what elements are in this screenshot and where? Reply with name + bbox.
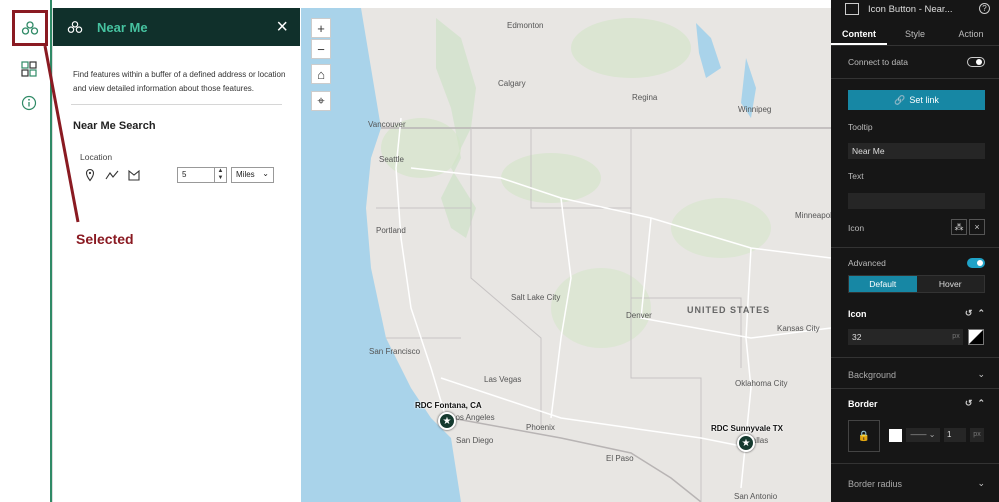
- tooltip-field[interactable]: Near Me: [848, 143, 985, 159]
- polygon-icon[interactable]: [127, 168, 141, 182]
- state-segmented-control: Default Hover: [848, 275, 985, 293]
- border-style-select[interactable]: —— ⌄: [906, 428, 940, 442]
- distance-input[interactable]: 5 ▲ ▼: [177, 167, 227, 183]
- zoom-out-button[interactable]: −: [311, 39, 331, 59]
- connect-label: Connect to data: [848, 57, 909, 67]
- lock-icon[interactable]: 🔒: [848, 420, 880, 452]
- city-label: Winnipeg: [738, 105, 772, 114]
- city-label: El Paso: [606, 454, 634, 463]
- city-label: Portland: [376, 226, 406, 235]
- settings-header: Icon Button - Near...: [831, 0, 999, 18]
- reset-chevron-up-icon[interactable]: ↺ ⌃: [965, 308, 985, 319]
- city-label: Las Vegas: [484, 375, 522, 384]
- default-tab[interactable]: Default: [849, 276, 917, 292]
- text-field[interactable]: [848, 193, 985, 209]
- home-icon: ⌂: [317, 66, 325, 82]
- border-width-unit: px: [970, 428, 984, 442]
- home-button[interactable]: ⌂: [311, 64, 331, 84]
- divider: [831, 463, 999, 464]
- tab-style[interactable]: Style: [887, 24, 943, 45]
- border-section: Border ↺ ⌃: [848, 398, 985, 409]
- reset-chevron-up-icon[interactable]: ↺ ⌃: [965, 398, 985, 409]
- link-icon: 🔗: [894, 94, 906, 105]
- background-section-title: Background: [848, 370, 897, 380]
- city-label: San Diego: [456, 436, 494, 445]
- marker-label: RDC Fontana, CA: [415, 401, 482, 410]
- help-icon[interactable]: ?: [979, 3, 990, 14]
- border-section-title: Border: [848, 399, 878, 409]
- hover-tab[interactable]: Hover: [916, 276, 984, 292]
- icon-size-input[interactable]: 32: [848, 329, 950, 345]
- widget-icon: [845, 3, 859, 15]
- icon-section: Icon ↺ ⌃: [848, 308, 985, 319]
- tooltip-label: Tooltip: [848, 122, 873, 132]
- divider: [831, 357, 999, 358]
- border-radius-title: Border radius: [848, 479, 903, 489]
- city-label: Oklahoma City: [735, 379, 788, 388]
- border-width-input[interactable]: 1: [944, 428, 966, 442]
- settings-tabs: Content Style Action: [831, 24, 999, 46]
- locate-icon: ⌖: [317, 93, 325, 108]
- background-section[interactable]: Background ⌄: [848, 369, 985, 380]
- icon-picker: ⁂ ×: [951, 219, 985, 235]
- city-label: Denver: [626, 311, 652, 320]
- icon-size-unit: px: [949, 329, 963, 345]
- text-label: Text: [848, 171, 864, 181]
- border-radius-section[interactable]: Border radius ⌄: [848, 478, 985, 489]
- border-controls: —— ⌄ 1 px: [889, 428, 984, 442]
- border-color-swatch[interactable]: [889, 428, 902, 442]
- chevron-down-icon: ⌄: [262, 169, 269, 178]
- zoom-in-button[interactable]: +: [311, 18, 331, 38]
- star-marker-icon[interactable]: ★: [737, 434, 755, 452]
- advanced-label: Advanced: [848, 258, 886, 268]
- set-link-button[interactable]: 🔗 Set link: [848, 90, 985, 110]
- city-label: Los Angeles: [451, 413, 495, 422]
- distance-value: 5: [182, 170, 187, 179]
- selected-annotation: Selected: [76, 231, 134, 247]
- city-label: Salt Lake City: [511, 293, 561, 302]
- advanced-toggle[interactable]: [967, 258, 985, 268]
- city-label: San Francisco: [369, 347, 421, 356]
- star-marker-icon[interactable]: ★: [438, 412, 456, 430]
- divider: [831, 78, 999, 79]
- unit-select[interactable]: Miles ⌄: [231, 167, 274, 183]
- chevron-down-icon[interactable]: ⌄: [977, 369, 985, 380]
- city-label: Vancouver: [368, 120, 406, 129]
- settings-panel: Icon Button - Near... ? Content Style Ac…: [831, 0, 999, 502]
- locate-button[interactable]: ⌖: [311, 91, 331, 111]
- map-view[interactable]: + − ⌂ ⌖ Edmonton Calgary Regina Winnipeg…: [301, 8, 831, 502]
- divider: [831, 388, 999, 389]
- distance-stepper[interactable]: ▲ ▼: [214, 168, 226, 182]
- city-label: Regina: [632, 93, 658, 102]
- divider: [831, 247, 999, 248]
- connect-toggle[interactable]: [967, 57, 985, 67]
- city-label: Seattle: [379, 155, 404, 164]
- close-icon[interactable]: ×: [969, 219, 985, 235]
- annotation-arrow: [43, 45, 80, 223]
- tab-action[interactable]: Action: [943, 24, 999, 45]
- chevron-down-icon[interactable]: ⌄: [977, 478, 985, 489]
- set-link-label: Set link: [909, 95, 939, 105]
- icon-color-swatch[interactable]: [968, 329, 984, 345]
- city-label: Calgary: [498, 79, 526, 88]
- icon-section-title: Icon: [848, 309, 867, 319]
- city-label: Phoenix: [526, 423, 555, 432]
- close-icon[interactable]: ×: [276, 17, 288, 37]
- city-label: Kansas City: [777, 324, 820, 333]
- city-label: San Antonio: [734, 492, 778, 501]
- city-label: Minneapolis: [795, 211, 831, 220]
- tab-content[interactable]: Content: [831, 24, 887, 45]
- marker-label: RDC Sunnyvale TX: [711, 424, 784, 433]
- near-me-icon[interactable]: ⁂: [951, 219, 967, 235]
- country-label: UNITED STATES: [687, 305, 771, 315]
- unit-value: Miles: [236, 170, 255, 179]
- city-label: Edmonton: [507, 21, 544, 30]
- settings-title: Icon Button - Near...: [868, 3, 953, 15]
